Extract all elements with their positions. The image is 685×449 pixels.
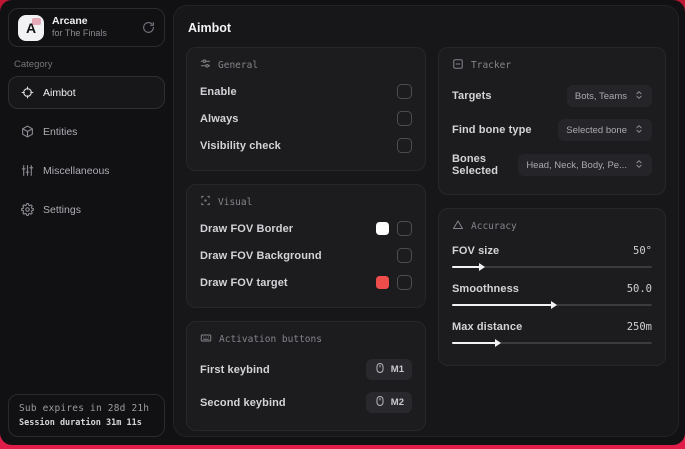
mouse-icon [374,362,386,377]
sidebar: A Arcane for The Finals Category Aimbot [0,0,173,445]
setting-row-bones-selected: Bones Selected Head, Neck, Body, Pe... [452,147,652,183]
setting-row-draw-fov-background: Draw FOV Background [200,242,412,269]
app-name: Arcane [52,15,88,28]
smoothness-value: 50.0 [626,283,652,295]
chevron-up-down-icon [634,90,644,103]
app-logo-card: A Arcane for The Finals [8,8,165,47]
vertical-sliders-icon [21,164,34,177]
card-activation-buttons: Activation buttons First keybind M1 Seco… [186,321,426,431]
card-title: Tracker [471,60,512,71]
setting-row-second-keybind: Second keybind M2 [200,386,412,419]
setting-row-find-bone-type: Find bone type Selected bone [452,113,652,147]
slider-thumb[interactable] [495,338,501,347]
setting-row-smoothness: Smoothness 50.0 [452,278,652,316]
fov-size-value: 50° [633,245,652,257]
cube-icon [21,125,34,138]
sidebar-item-label: Settings [43,203,81,216]
chevron-up-down-icon [634,159,644,172]
session-duration-text: Session duration 31m 11s [19,418,142,428]
max-distance-slider[interactable] [452,338,652,347]
focus-icon [200,195,211,209]
app-subtitle: for The Finals [52,28,107,39]
card-title: General [218,59,259,71]
mouse-icon [374,395,386,410]
box-minus-icon [452,58,464,73]
app-window: A Arcane for The Finals Category Aimbot [0,0,685,445]
card-title: Visual [218,196,253,208]
gear-icon [21,203,34,216]
chevron-up-down-icon [634,124,644,137]
dropdown-bones-selected[interactable]: Head, Neck, Body, Pe... [518,154,652,176]
keybind-button-first[interactable]: M1 [365,359,412,380]
card-general: General Enable Always Visibility check [186,47,426,171]
sidebar-item-label: Entities [43,125,78,138]
triangle-icon [452,219,464,234]
page-title: Aimbot [188,21,232,35]
setting-row-always: Always [200,105,412,132]
setting-row-targets: Targets Bots, Teams [452,79,652,113]
color-swatch-fov-target[interactable] [376,276,389,289]
card-title: Activation buttons [219,334,322,345]
sidebar-nav: Aimbot Entities Miscellaneous Settings [0,76,173,226]
card-tracker: Tracker Targets Bots, Teams Find bone ty… [438,47,666,195]
app-logo: A [18,14,44,41]
slider-thumb[interactable] [479,262,485,271]
setting-row-max-distance: Max distance 250m [452,316,652,354]
sidebar-item-entities[interactable]: Entities [8,115,165,148]
category-label: Category [14,59,53,70]
sidebar-item-label: Miscellaneous [43,164,110,177]
color-swatch-fov-border[interactable] [376,222,389,235]
checkbox-draw-fov-background[interactable] [397,248,412,263]
setting-row-visibility-check: Visibility check [200,132,412,159]
crosshair-icon [21,86,34,99]
dropdown-find-bone-type[interactable]: Selected bone [558,119,652,141]
sidebar-item-label: Aimbot [43,86,76,99]
sidebar-item-settings[interactable]: Settings [8,193,165,226]
slider-thumb[interactable] [551,300,557,309]
app-title-block: Arcane for The Finals [52,15,107,39]
keyboard-icon [200,332,212,347]
main-panel: Aimbot General Enable Always Visibility … [173,5,679,437]
dropdown-targets[interactable]: Bots, Teams [566,85,652,107]
checkbox-enable[interactable] [397,84,412,99]
max-distance-value: 250m [626,321,652,333]
setting-row-enable: Enable [200,78,412,105]
refresh-icon[interactable] [142,21,155,34]
smoothness-slider[interactable] [452,300,652,309]
setting-row-first-keybind: First keybind M1 [200,353,412,386]
checkbox-draw-fov-border[interactable] [397,221,412,236]
checkbox-draw-fov-target[interactable] [397,275,412,290]
checkbox-visibility-check[interactable] [397,138,412,153]
card-accuracy: Accuracy FOV size 50° Smoothness 50.0 Ma… [438,208,666,366]
sub-expires-text: Sub expires in 28d 21h [19,403,150,414]
setting-row-draw-fov-border: Draw FOV Border [200,215,412,242]
setting-row-draw-fov-target: Draw FOV target [200,269,412,296]
checkbox-always[interactable] [397,111,412,126]
setting-row-fov-size: FOV size 50° [452,240,652,278]
fov-size-slider[interactable] [452,262,652,271]
card-title: Accuracy [471,221,517,232]
keybind-button-second[interactable]: M2 [365,392,412,413]
sidebar-item-aimbot[interactable]: Aimbot [8,76,165,109]
sliders-icon [200,58,211,72]
card-visual: Visual Draw FOV Border Draw FOV Backgrou… [186,184,426,308]
subscription-info: Sub expires in 28d 21h Session duration … [8,394,165,437]
sidebar-item-miscellaneous[interactable]: Miscellaneous [8,154,165,187]
